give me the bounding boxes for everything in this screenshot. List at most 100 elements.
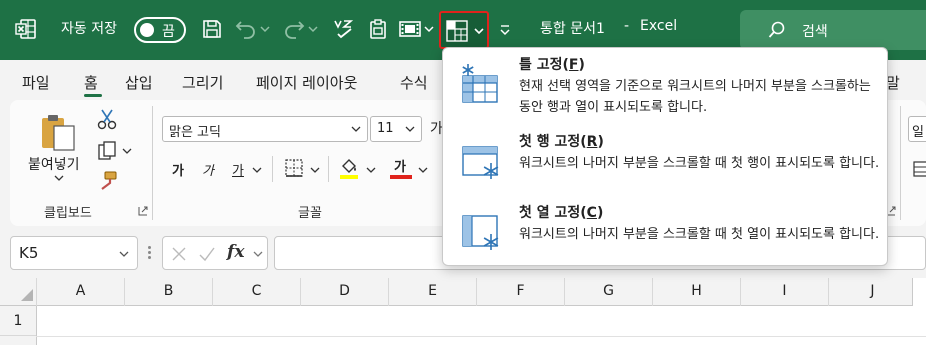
- copy-icon[interactable]: [96, 140, 118, 162]
- column-header-b[interactable]: B: [124, 278, 212, 306]
- column-header-c[interactable]: C: [212, 278, 300, 306]
- menu-item-title: 첫 행 고정(R): [519, 134, 604, 150]
- row-gridline: [36, 336, 926, 337]
- autosave-toggle[interactable]: 끔: [134, 17, 186, 43]
- toggle-knob: [140, 23, 154, 37]
- tab-formulas[interactable]: 수식: [400, 72, 428, 93]
- undo-icon[interactable]: [234, 17, 258, 41]
- conditional-format-icon[interactable]: [912, 160, 926, 178]
- column-header-g[interactable]: G: [564, 278, 652, 306]
- paste-dropdown-icon[interactable]: [54, 174, 64, 182]
- menu-item-freeze-top-row[interactable]: 첫 행 고정(R) 워크시트의 나머지 부분을 스크롤할 때 첫 행이 표시되도…: [443, 125, 889, 195]
- borders-dropdown-icon[interactable]: [310, 166, 320, 174]
- save-icon[interactable]: [200, 17, 224, 41]
- column-header-i[interactable]: I: [740, 278, 828, 306]
- font-name-value: 맑은 고딕: [169, 125, 221, 140]
- search-label: 검색: [802, 24, 828, 40]
- menu-item-freeze-panes[interactable]: 틀 고정(F) 현재 선택 영역을 기준으로 워크시트의 나머지 부분을 스크롤…: [443, 48, 889, 118]
- copy-dropdown-icon[interactable]: [122, 147, 132, 155]
- chevron-down-icon: [119, 251, 129, 257]
- menu-item-freeze-first-column[interactable]: 첫 열 고정(C) 워크시트의 나머지 부분을 스크롤할 때 첫 열이 표시되도…: [443, 196, 889, 266]
- chevron-down-icon: [474, 28, 484, 35]
- number-format-combo[interactable]: 일: [908, 116, 926, 142]
- menu-item-title: 틀 고정(F): [519, 57, 585, 73]
- autosave-label: 자동 저장: [61, 21, 117, 37]
- clipboard-group-label: 클립보드: [44, 206, 92, 221]
- font-color-glyph: 가: [394, 160, 406, 175]
- bold-button[interactable]: 가: [172, 160, 184, 179]
- font-size-combo[interactable]: 11: [370, 116, 422, 142]
- fill-color-icon[interactable]: [338, 156, 360, 180]
- tab-insert[interactable]: 삽입: [125, 72, 153, 93]
- font-color-button[interactable]: 가: [390, 156, 412, 180]
- menu-item-title: 첫 열 고정(C): [519, 205, 604, 221]
- tab-file[interactable]: 파일: [22, 72, 50, 93]
- enter-icon[interactable]: [199, 246, 215, 262]
- divider: [328, 156, 329, 182]
- active-tab-indicator: [84, 94, 102, 97]
- format-painter-icon[interactable]: [96, 170, 118, 192]
- spelling-icon[interactable]: [332, 17, 356, 41]
- column-header-a[interactable]: A: [36, 278, 124, 306]
- vertical-scrollbar[interactable]: [912, 278, 926, 306]
- divider: [272, 156, 273, 182]
- column-header-j[interactable]: J: [828, 278, 916, 306]
- group-divider: [152, 106, 153, 220]
- column-header-h[interactable]: H: [652, 278, 740, 306]
- redo-icon[interactable]: [282, 17, 306, 41]
- tab-home[interactable]: 홈: [84, 72, 98, 93]
- insert-function-button[interactable]: fx: [227, 242, 244, 262]
- freeze-top-row-icon: [462, 146, 499, 179]
- underline-dropdown-icon[interactable]: [252, 166, 262, 174]
- fill-color-dropdown-icon[interactable]: [366, 166, 376, 174]
- freeze-first-column-icon: [462, 215, 499, 250]
- column-header-e[interactable]: E: [388, 278, 476, 306]
- cancel-icon[interactable]: [171, 246, 187, 262]
- row-header-1[interactable]: 1: [0, 306, 36, 336]
- film-dropdown-icon[interactable]: [423, 17, 435, 41]
- search-box[interactable]: 검색: [740, 10, 926, 50]
- freeze-panes-button[interactable]: [439, 11, 489, 49]
- column-header-f[interactable]: F: [476, 278, 564, 306]
- number-format-value: 일: [912, 125, 924, 140]
- menu-item-description: 현재 선택 영역을 기준으로 워크시트의 나머지 부분을 스크롤하는 동안 행과…: [519, 79, 871, 115]
- font-group-label: 글꼴: [298, 206, 322, 221]
- grow-font-glyph[interactable]: 가: [430, 118, 443, 138]
- select-all-icon[interactable]: [20, 288, 34, 302]
- font-color-swatch: [390, 175, 412, 179]
- chevron-down-icon: [351, 126, 361, 132]
- app-name: Excel: [640, 18, 678, 34]
- undo-dropdown-icon[interactable]: [259, 17, 271, 41]
- chevron-down-icon[interactable]: [253, 250, 263, 258]
- formula-bar-grip[interactable]: [148, 246, 151, 260]
- font-size-value: 11: [377, 121, 394, 136]
- font-name-combo[interactable]: 맑은 고딕: [162, 116, 368, 142]
- tab-draw[interactable]: 그리기: [182, 72, 223, 93]
- chevron-down-icon: [405, 126, 415, 132]
- menu-item-description: 워크시트의 나머지 부분을 스크롤할 때 첫 열이 표시되도록 합니다.: [519, 227, 880, 242]
- freeze-panes-menu: 틀 고정(F) 현재 선택 영역을 기준으로 워크시트의 나머지 부분을 스크롤…: [442, 47, 888, 266]
- column-header-d[interactable]: D: [300, 278, 388, 306]
- name-box-value: K5: [19, 244, 39, 262]
- paste-label[interactable]: 붙여넣기: [28, 154, 80, 174]
- menu-item-description: 워크시트의 나머지 부분을 스크롤할 때 첫 행이 표시되도록 합니다.: [519, 156, 880, 171]
- group-divider: [900, 106, 901, 220]
- cut-icon[interactable]: [96, 108, 118, 130]
- italic-button[interactable]: 가: [202, 160, 214, 179]
- borders-icon[interactable]: [284, 158, 304, 178]
- film-icon[interactable]: [398, 17, 422, 41]
- underline-button[interactable]: 가: [232, 160, 244, 179]
- cell-grid[interactable]: [36, 306, 926, 345]
- name-box[interactable]: K5: [10, 236, 138, 270]
- freeze-panes-icon: [446, 20, 468, 42]
- formula-tools: fx: [162, 236, 268, 270]
- font-color-dropdown-icon[interactable]: [418, 166, 428, 174]
- excel-logo-icon[interactable]: [14, 17, 38, 41]
- tab-page-layout[interactable]: 페이지 레이아웃: [256, 72, 357, 93]
- autosave-state: 끔: [162, 24, 175, 40]
- clipboard-launcher-icon[interactable]: [138, 206, 148, 216]
- redo-dropdown-icon[interactable]: [307, 17, 319, 41]
- customize-qat-icon[interactable]: [498, 17, 512, 41]
- clipboard-check-icon[interactable]: [366, 17, 390, 41]
- paste-icon[interactable]: [38, 112, 78, 152]
